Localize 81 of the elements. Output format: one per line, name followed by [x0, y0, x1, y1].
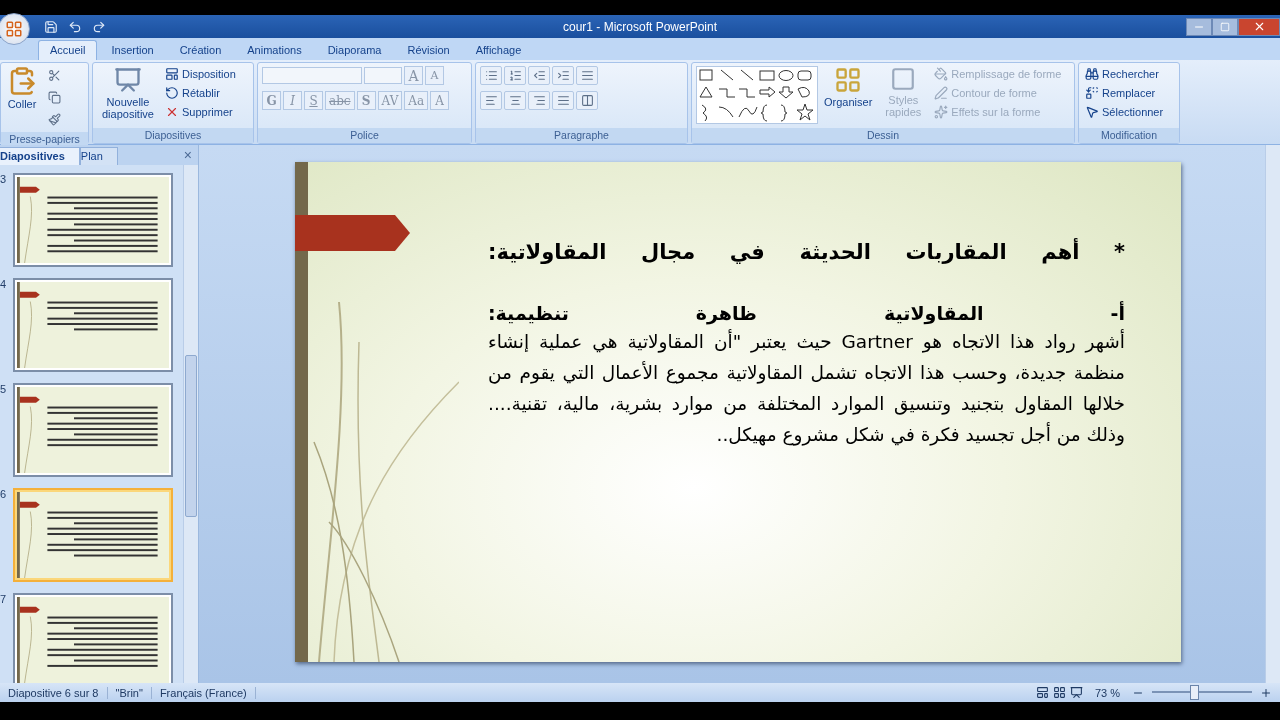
slide-number: 3 [0, 173, 8, 185]
office-logo-icon [5, 19, 23, 38]
panel-tab[interactable]: Diapositives [0, 147, 80, 165]
close-panel-button[interactable]: × [183, 147, 192, 163]
ribbon-tab[interactable]: Diaporama [315, 40, 394, 60]
slide-number: 6 [0, 488, 8, 500]
close-button[interactable] [1238, 17, 1280, 36]
shapes-gallery-drawing[interactable] [696, 66, 818, 124]
office-button[interactable] [0, 12, 30, 45]
bullets-icon[interactable] [480, 66, 502, 85]
group-title: Dessin [692, 128, 1074, 143]
slide-subtitle: أ- المقاولاتية ظاهرة تنظيمية: [488, 302, 1125, 324]
numbering-icon[interactable] [504, 66, 526, 85]
align-right-icon[interactable] [528, 91, 550, 110]
ribbon-command[interactable]: Sélectionner [1083, 104, 1166, 120]
slide-thumbnail[interactable] [13, 383, 173, 477]
language-label: Français (France) [151, 686, 256, 699]
delete-icon [165, 105, 179, 119]
window-title: cour1 - Microsoft PowerPoint [561, 19, 719, 34]
slide-counter: Diapositive 6 sur 8 [0, 686, 108, 699]
replace-icon [1085, 86, 1099, 100]
decrease-indent-icon[interactable] [528, 66, 550, 85]
ribbon-tab[interactable]: Création [167, 40, 234, 60]
slide-number: 7 [0, 593, 8, 605]
theme-name: "Brin" [107, 686, 152, 699]
slide-number: 5 [0, 383, 8, 395]
normal-view-icon[interactable] [1035, 686, 1049, 699]
ribbon-command[interactable]: Disposition [163, 66, 238, 82]
group-title: Diapositives [93, 128, 253, 143]
align-left-icon[interactable] [480, 91, 502, 110]
group-title: Modification [1079, 128, 1179, 143]
style-square-icon [890, 66, 917, 92]
line-spacing-icon[interactable] [576, 66, 598, 85]
slide-thumbnail[interactable] [13, 593, 173, 683]
maximize-icon [1220, 21, 1230, 32]
ribbon-command[interactable]: Remplacer [1083, 85, 1166, 101]
scrollbar[interactable] [1265, 145, 1280, 683]
slide-thumbnail[interactable] [13, 173, 173, 267]
slideshow-icon[interactable] [1069, 686, 1083, 699]
panel-tab[interactable]: Plan [79, 147, 118, 165]
pointer-icon [1085, 105, 1099, 119]
binoculars-icon [1085, 67, 1099, 81]
align-center-icon[interactable] [504, 91, 526, 110]
ribbon-command[interactable]: Rechercher [1083, 66, 1166, 82]
ribbon-command[interactable]: Supprimer [163, 104, 238, 120]
ribbon-tab[interactable]: Accueil [38, 40, 98, 60]
paint-bucket-icon [934, 67, 949, 81]
reset-icon [165, 86, 179, 100]
slide-number: 4 [0, 278, 8, 290]
scrollbar[interactable] [183, 165, 198, 683]
redo-icon[interactable] [92, 19, 106, 34]
new-slide-button[interactable]: Nouvelle diapositive [97, 66, 159, 120]
slide-thumbnail[interactable] [13, 278, 173, 372]
group-title: Paragraphe [476, 128, 687, 143]
slide-body-text: أشهر رواد هذا الاتجاه هو Gartner حيث يعتبر "أن المقاولاتية هي عملية إنشاء منظمة جديدة، وحسب هذا الاتجاه تشمل المقاولاتية مجموع الأعمال التي يقوم من خلالها المقاول بتجنيد وتنسيق الموارد المختلفة من موارد بشرية، مالية، تقنية.... وذلك من أجل تجسيد فكرة في شكل مشروع مهيكل.. [488, 328, 1125, 448]
ribbon-tab[interactable]: Insertion [99, 40, 166, 60]
slide-title: * أهم المقاربات الحديثة في مجال المقاولاتية: [488, 240, 1125, 264]
ribbon-tab[interactable]: Révision [395, 40, 462, 60]
zoom-thumb[interactable] [1190, 685, 1199, 700]
arrange-button[interactable]: Organiser [822, 66, 875, 108]
zoom-level: 73 % [1093, 686, 1121, 699]
undo-icon[interactable] [68, 19, 82, 34]
ribbon-command[interactable]: Rétablir [163, 85, 238, 101]
sparkles-icon [934, 105, 949, 119]
ribbon-tab[interactable]: Affichage [463, 40, 534, 60]
group-title: Police [258, 128, 471, 143]
slide-icon [114, 66, 142, 94]
minimize-button[interactable] [1186, 17, 1212, 36]
ribbon-tab[interactable]: Animations [235, 40, 314, 60]
justify-icon[interactable] [552, 91, 574, 110]
columns-icon[interactable] [576, 91, 598, 110]
ribbon-tag-icon [295, 215, 410, 251]
arrange-icon [834, 66, 863, 94]
slide-thumbnail[interactable] [13, 488, 173, 582]
increase-indent-icon[interactable] [552, 66, 574, 85]
save-icon[interactable] [44, 19, 58, 34]
maximize-button[interactable] [1212, 17, 1238, 36]
pen-icon [934, 86, 949, 100]
zoom-in-icon[interactable] [1260, 686, 1272, 699]
layout-icon [165, 67, 179, 81]
sorter-view-icon[interactable] [1052, 686, 1066, 699]
